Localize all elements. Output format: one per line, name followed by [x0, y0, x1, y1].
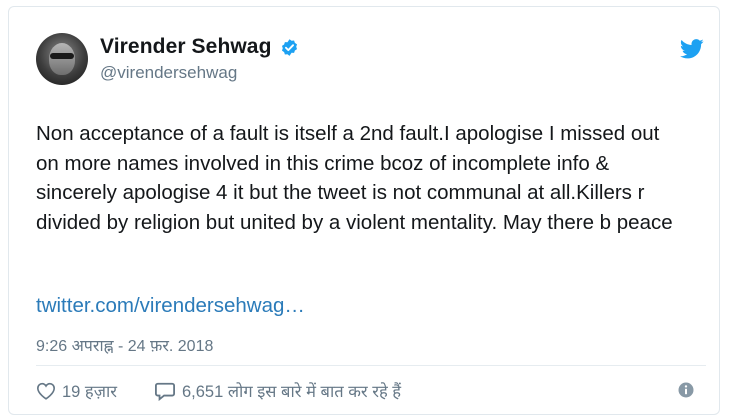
- tweet-actions: 19 हज़ार 6,651 लोग इस बारे में बात कर रह…: [36, 379, 706, 403]
- avatar-face: [49, 43, 75, 75]
- twitter-bird-icon[interactable]: [680, 39, 704, 59]
- tweet-card: Virender Sehwag @virendersehwag Non acce…: [8, 6, 720, 415]
- tweet-text: Non acceptance of a fault is itself a 2n…: [36, 122, 673, 234]
- divider: [36, 365, 706, 366]
- verified-badge-icon: [281, 38, 297, 56]
- author-handle[interactable]: @virendersehwag: [100, 63, 299, 83]
- heart-icon: [36, 382, 56, 400]
- author-display-name[interactable]: Virender Sehwag: [100, 35, 272, 59]
- avatar-glasses: [50, 53, 74, 59]
- tweet-header: Virender Sehwag @virendersehwag: [36, 33, 706, 95]
- likes-count: 19 हज़ार: [62, 383, 117, 401]
- author-names: Virender Sehwag @virendersehwag: [100, 35, 299, 83]
- speech-bubble-icon: [155, 382, 175, 401]
- avatar[interactable]: [36, 33, 88, 85]
- tweet-link[interactable]: twitter.com/virendersehwag…: [36, 294, 305, 318]
- info-icon[interactable]: [678, 382, 694, 398]
- reply-button[interactable]: 6,651 लोग इस बारे में बात कर रहे हैं: [154, 379, 401, 402]
- tweet-timestamp[interactable]: 9:26 अपराह्न - 24 फ़र. 2018: [36, 334, 213, 356]
- like-button[interactable]: 19 हज़ार: [36, 379, 117, 402]
- replies-text: 6,651 लोग इस बारे में बात कर रहे हैं: [182, 383, 402, 401]
